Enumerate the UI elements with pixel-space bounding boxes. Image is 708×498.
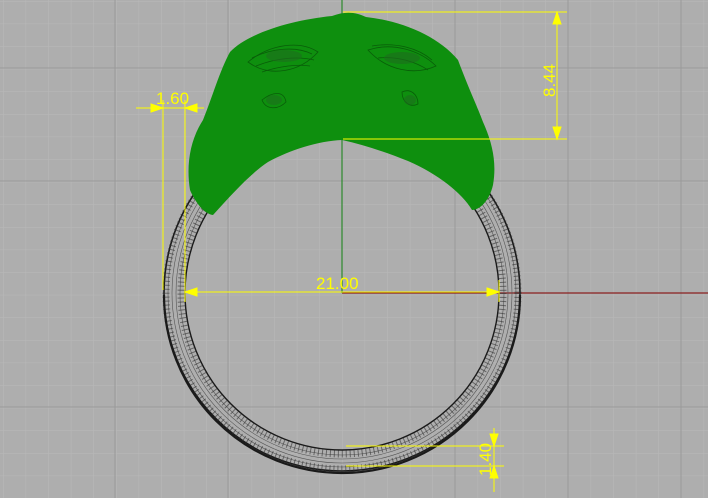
rhino-viewport[interactable]: 8.44 1.60 21.00 1.40 — [0, 0, 708, 498]
wall-thickness-dimension-label: 1.60 — [156, 89, 189, 108]
inner-diameter-dimension-label: 21.00 — [316, 274, 359, 293]
viewport-canvas[interactable]: 8.44 1.60 21.00 1.40 — [0, 0, 708, 498]
head-height-dimension-label: 8.44 — [540, 64, 559, 97]
band-thickness-dimension-label: 1.40 — [476, 443, 495, 476]
